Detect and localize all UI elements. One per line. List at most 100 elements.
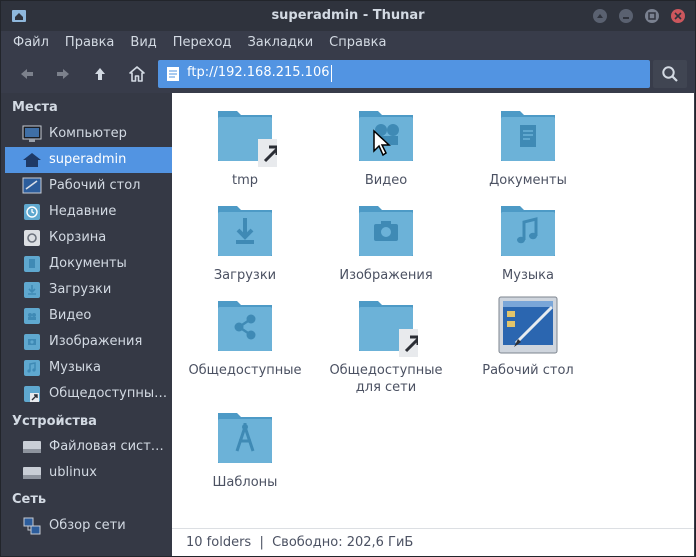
sidebar-item-music[interactable]: Музыка — [5, 355, 172, 381]
downloads-icon — [24, 282, 40, 298]
sidebar-item-label: Видео — [49, 308, 92, 323]
folder-symlink-icon — [359, 301, 429, 357]
file-label: Видео — [364, 173, 408, 188]
sidebar-item-trash[interactable]: Корзина — [5, 225, 172, 251]
file-item-public[interactable]: Общедоступные — [175, 293, 315, 379]
file-item-templates[interactable]: Шаблоны — [175, 405, 315, 491]
network-icon — [23, 517, 41, 535]
maximize-button[interactable] — [645, 9, 659, 23]
home-button[interactable] — [124, 61, 150, 87]
toolbar: ftp://192.168.215.106 — [1, 55, 695, 93]
sidebar-item-label: Изображения — [49, 334, 143, 349]
menu-view[interactable]: Вид — [122, 31, 164, 55]
status-bar: 10 folders | Свободно: 202,6 ГиБ — [172, 528, 694, 556]
file-item-desktop[interactable]: Рабочий стол — [458, 293, 598, 379]
thunar-window: superadmin - Thunar Файл Правка Вид Пере… — [0, 0, 696, 557]
menu-go[interactable]: Переход — [165, 31, 240, 55]
desktop-icon — [22, 177, 42, 194]
sidebar-item-label: Корзина — [49, 230, 107, 245]
arrow-right-icon — [57, 69, 69, 79]
close-button[interactable] — [671, 9, 685, 23]
file-label: Музыка — [502, 268, 554, 283]
sidebar-item-pictures[interactable]: Изображения — [5, 329, 172, 355]
recent-icon — [24, 204, 40, 220]
menu-bar: Файл Правка Вид Переход Закладки Справка — [1, 31, 695, 55]
minimize-button[interactable] — [619, 9, 633, 23]
sidebar-item-recent[interactable]: Недавние — [5, 199, 172, 225]
file-item-downloads[interactable]: Загрузки — [175, 198, 315, 284]
sidebar-item-label: Обзор сети — [49, 518, 126, 533]
up-button[interactable] — [87, 61, 113, 87]
location-path[interactable]: ftp://192.168.215.106 — [187, 65, 330, 80]
folder-documents-icon — [501, 111, 555, 161]
file-label: Документы — [489, 173, 567, 188]
search-icon — [662, 66, 678, 82]
sidebar-item-label: Файловая система — [49, 439, 171, 454]
trash-icon — [24, 230, 40, 246]
file-label: Шаблоны — [212, 475, 278, 490]
status-text: 10 folders | Свободно: 202,6 ГиБ — [186, 535, 414, 550]
file-item-public-network[interactable]: Общедоступные для сети — [316, 293, 456, 396]
arrow-up-icon — [95, 68, 105, 80]
forward-button[interactable] — [50, 61, 76, 87]
drive-icon — [23, 441, 41, 453]
sidebar-item-computer[interactable]: Компьютер — [5, 121, 172, 147]
sidebar-item-home[interactable]: superadmin — [5, 147, 172, 173]
folder-publicshare-icon — [218, 301, 272, 351]
file-item-pictures[interactable]: Изображения — [316, 198, 456, 284]
file-label: Общедоступные для сети — [329, 363, 443, 395]
sidebar-item-label: superadmin — [49, 152, 127, 167]
sidebar-item-video[interactable]: Видео — [5, 303, 172, 329]
home-icon — [129, 66, 145, 82]
sidebar-item-ublinux[interactable]: ublinux — [5, 460, 172, 486]
home-folder-icon — [23, 153, 41, 167]
arrow-left-icon — [21, 69, 33, 79]
sidebar-item-label: Рабочий стол — [49, 178, 141, 193]
file-item-music[interactable]: Музыка — [458, 198, 598, 284]
places-header: Места — [12, 100, 58, 115]
sidebar-item-filesystem[interactable]: Файловая система — [5, 434, 172, 460]
text-cursor — [331, 65, 332, 82]
sidebar-item-downloads[interactable]: Загрузки — [5, 277, 172, 303]
menu-file[interactable]: Файл — [5, 31, 57, 55]
music-icon — [24, 360, 40, 376]
menu-edit[interactable]: Правка — [57, 31, 122, 55]
file-label: Изображения — [339, 268, 433, 283]
video-icon — [24, 308, 40, 324]
devices-header: Устройства — [12, 414, 97, 429]
title-bar[interactable]: superadmin - Thunar — [1, 1, 695, 31]
back-button[interactable] — [14, 61, 40, 87]
desktop-app-icon — [498, 296, 558, 354]
file-view[interactable]: tmp Видео Документы Загрузки Изображения… — [172, 93, 694, 528]
sidebar: Места Компьютер superadmin Рабочий стол … — [1, 93, 172, 556]
sidebar-item-label: ublinux — [49, 465, 97, 480]
folder-symlink-icon — [218, 111, 288, 167]
folder-music-icon — [501, 206, 555, 256]
sidebar-item-documents[interactable]: Документы — [5, 251, 172, 277]
folder-downloads-icon — [218, 206, 272, 256]
drive-icon — [23, 467, 41, 479]
folder-templates-icon — [218, 413, 272, 463]
sidebar-item-public-share[interactable]: Общедоступные сети — [5, 381, 172, 407]
file-item-tmp[interactable]: tmp — [175, 103, 315, 189]
documents-icon — [24, 256, 40, 272]
folder-video-icon — [359, 111, 413, 161]
file-item-documents[interactable]: Документы — [458, 103, 598, 189]
file-label: Общедоступные — [188, 363, 302, 378]
location-bar[interactable]: ftp://192.168.215.106 — [158, 60, 650, 88]
file-label: tmp — [231, 173, 258, 188]
menu-help[interactable]: Справка — [321, 31, 394, 55]
network-header: Сеть — [12, 492, 47, 507]
sidebar-item-label: Документы — [49, 256, 127, 271]
window-title: superadmin - Thunar — [271, 8, 425, 23]
search-button[interactable] — [653, 60, 687, 88]
sidebar-item-browse-network[interactable]: Обзор сети — [5, 513, 172, 539]
sidebar-item-label: Общедоступные сети — [49, 386, 171, 401]
keep-above-button[interactable] — [593, 9, 607, 23]
network-share-icon — [24, 386, 40, 402]
sidebar-item-desktop[interactable]: Рабочий стол — [5, 173, 172, 199]
pictures-icon — [24, 334, 40, 350]
sidebar-item-label: Недавние — [49, 204, 117, 219]
file-item-video[interactable]: Видео — [316, 103, 456, 189]
menu-bookmarks[interactable]: Закладки — [239, 31, 321, 55]
